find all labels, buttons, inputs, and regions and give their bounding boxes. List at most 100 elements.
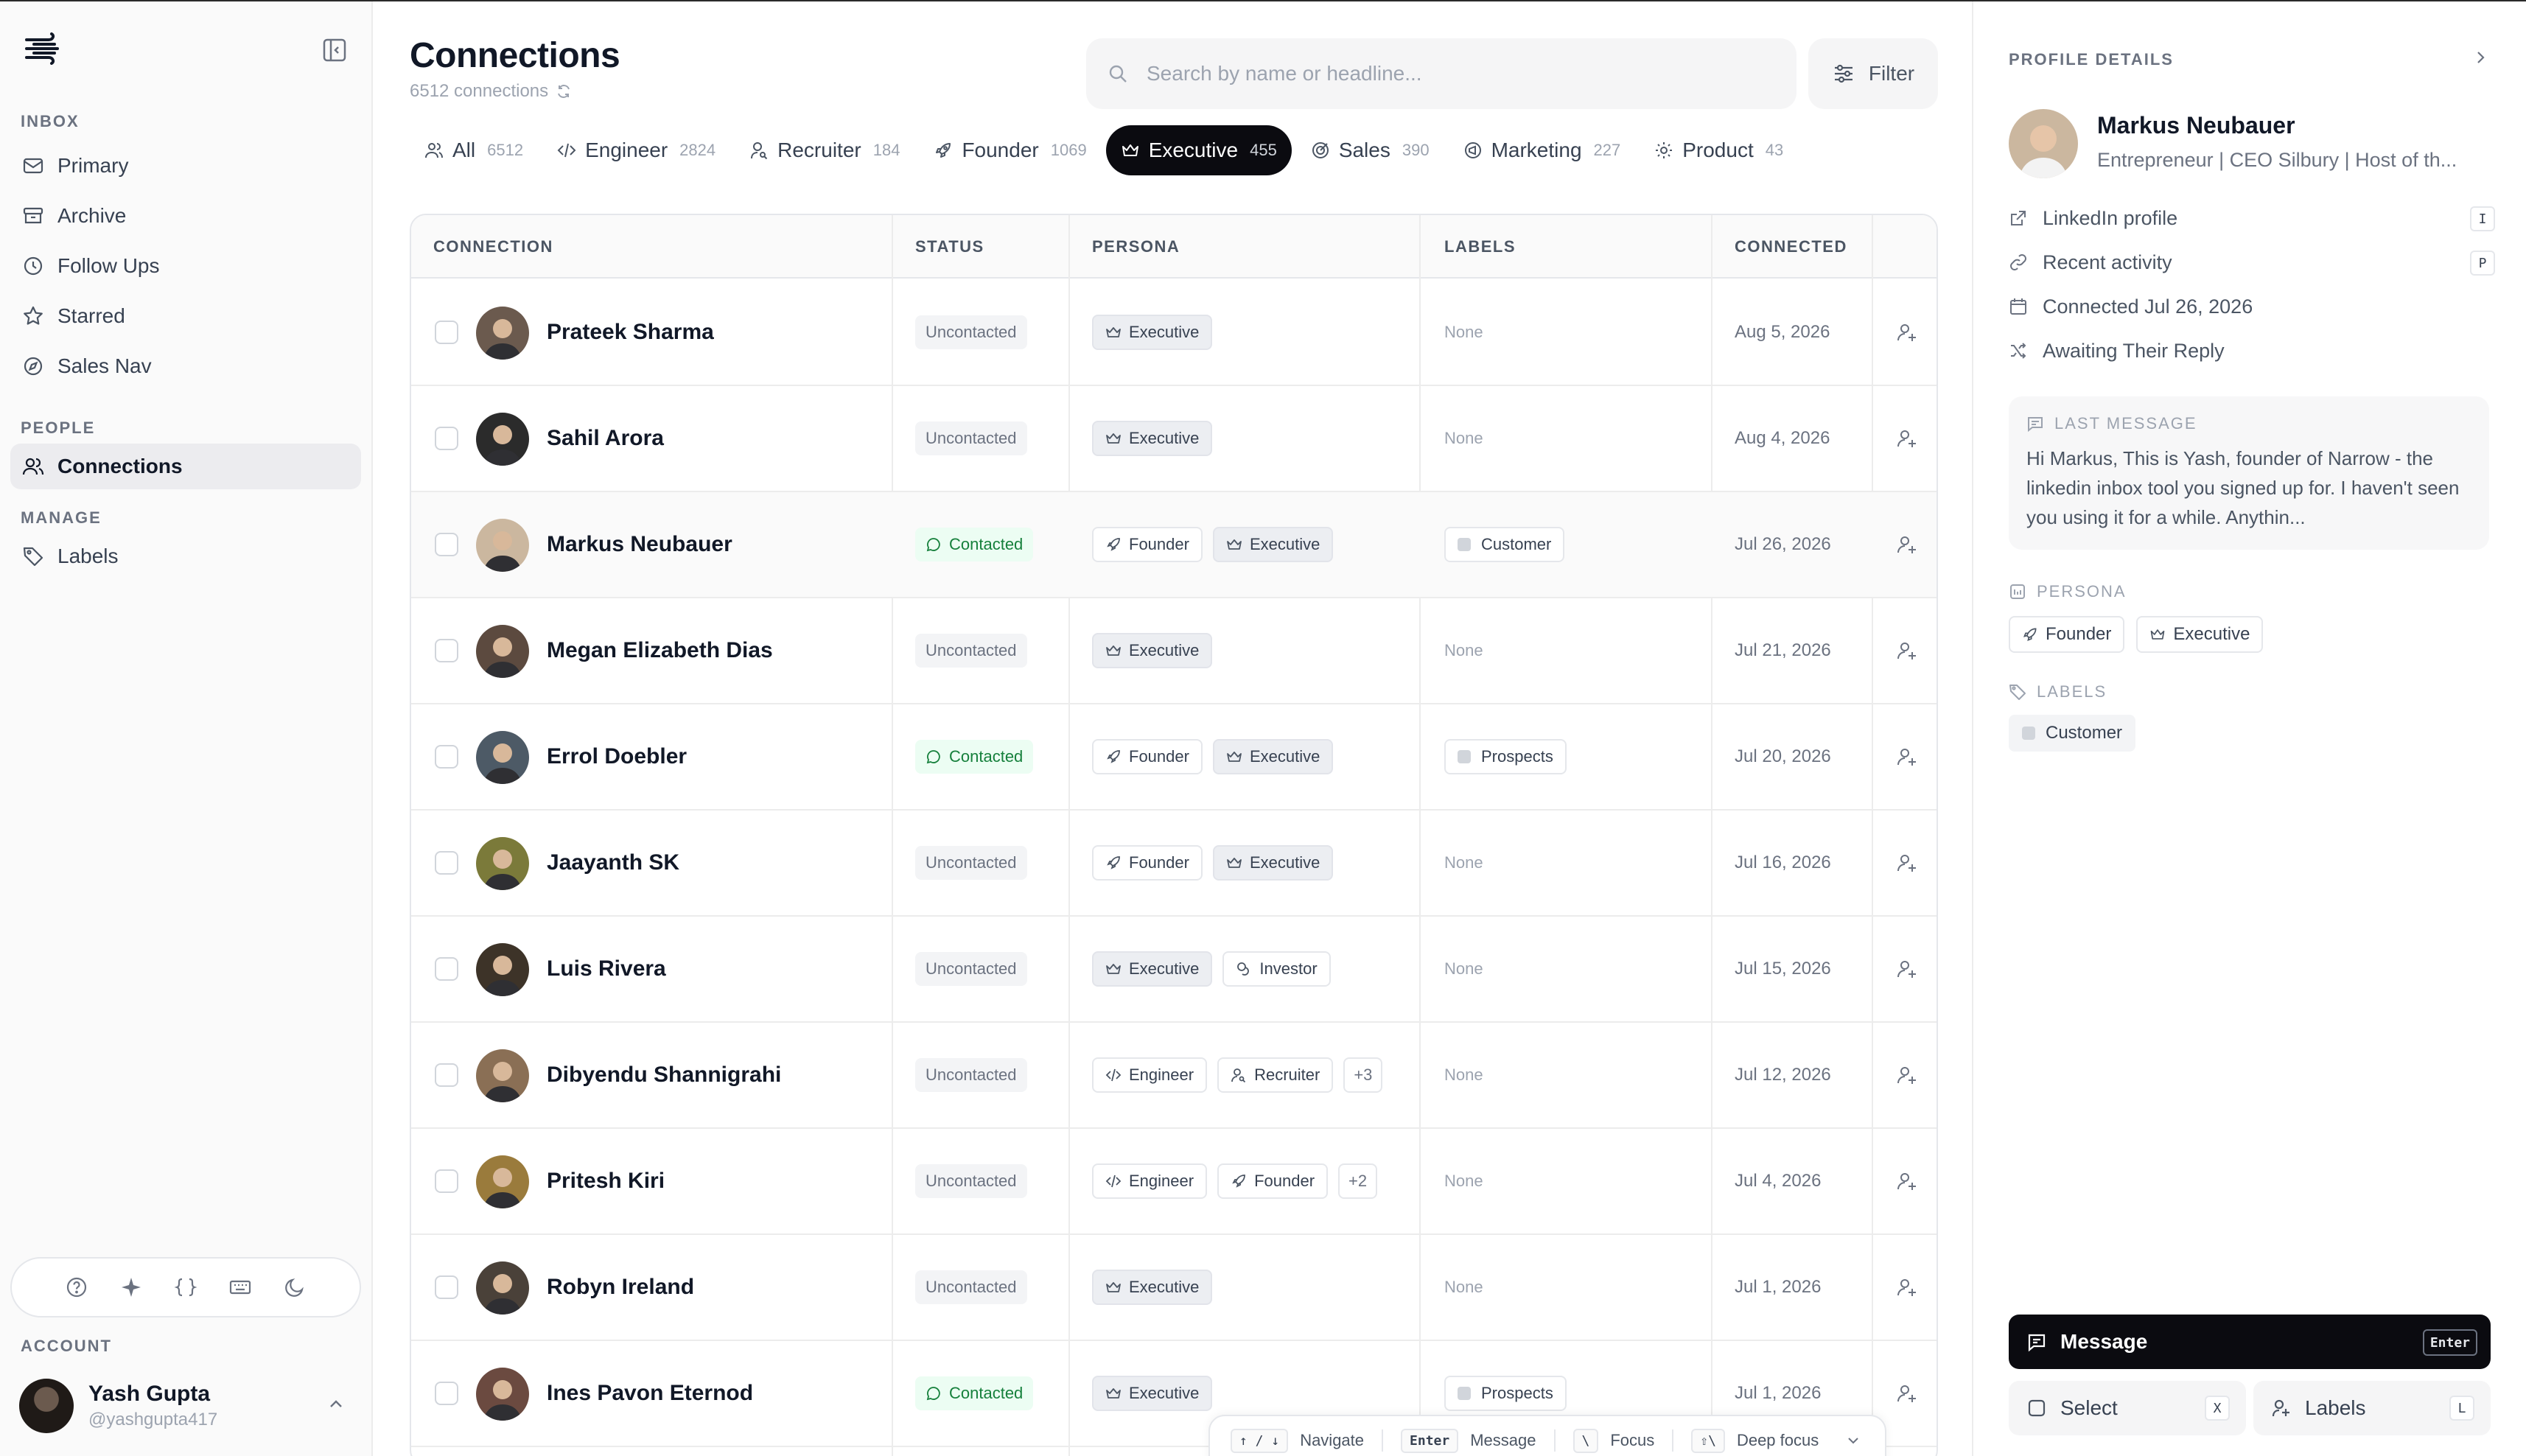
status-badge[interactable]: Contacted [915,740,1034,774]
tab-executive[interactable]: Executive 455 [1105,125,1292,175]
sidebar-item-starred[interactable]: Starred [10,293,361,339]
narrow-logo-icon[interactable] [24,32,65,65]
connection-name[interactable]: Jaayanth SK [547,811,679,915]
row-checkbox[interactable] [435,1275,458,1299]
chevron-right-icon[interactable] [2470,47,2491,68]
table-row[interactable]: Markus Neubauer Contacted Founder Executive… [411,492,1937,598]
label-chip[interactable]: Prospects [1444,1376,1567,1411]
connection-name[interactable]: Luis Rivera [547,917,666,1021]
persona-chip[interactable]: Executive [1092,1376,1213,1411]
search-input[interactable] [1147,62,1751,85]
add-user-icon[interactable] [1895,533,1919,556]
table-row[interactable]: Robyn Ireland Uncontacted Executive None Jul… [411,1235,1937,1341]
table-row[interactable]: Megan Elizabeth Dias Uncontacted Executive… [411,598,1937,704]
add-user-icon[interactable] [1895,745,1919,769]
row-checkbox[interactable] [435,1169,458,1193]
label-chip[interactable]: Customer [1444,527,1565,562]
persona-chip[interactable]: Investor [1222,951,1331,987]
sidebar-item-labels[interactable]: Labels [10,533,361,579]
table-row[interactable]: Errol Doebler Contacted Founder Executive Pr… [411,704,1937,811]
add-user-icon[interactable] [1895,1275,1919,1299]
status-badge[interactable]: Uncontacted [915,634,1027,668]
add-user-icon[interactable] [1895,957,1919,981]
status-badge[interactable]: Uncontacted [915,952,1027,986]
column-header-labels[interactable]: LABELS [1444,215,1516,279]
status-badge[interactable]: Uncontacted [915,421,1027,455]
connection-name[interactable]: Ines Pavon Eternod [547,1341,753,1446]
persona-chip[interactable]: Engineer [1092,1163,1208,1199]
row-checkbox[interactable] [435,321,458,344]
sidebar-item-connections[interactable]: Connections [10,444,361,489]
add-user-icon[interactable] [1895,639,1919,662]
row-checkbox[interactable] [435,957,458,981]
tab-product[interactable]: Product 43 [1640,125,1798,175]
account-switcher[interactable]: Yash Gupta @yashgupta417 [19,1376,358,1435]
status-badge[interactable]: Uncontacted [915,1058,1027,1092]
refresh-icon[interactable] [556,83,572,99]
status-badge[interactable]: Contacted [915,1376,1034,1410]
collapse-sidebar-icon[interactable] [321,37,348,63]
connection-name[interactable]: Sahil Arora [547,386,664,491]
filter-button[interactable]: Filter [1808,38,1938,109]
labels-button[interactable]: Labels L [2253,1381,2491,1435]
persona-chip[interactable]: Founder [1217,1163,1329,1199]
persona-chip[interactable]: Executive [1212,845,1334,881]
status-badge[interactable]: Uncontacted [915,315,1027,349]
connection-name[interactable]: Dibyendu Shannigrahi [547,1023,781,1127]
status-badge[interactable]: Uncontacted [915,1270,1027,1304]
help-icon[interactable] [65,1275,88,1299]
persona-chip[interactable]: Executive [1212,527,1334,562]
last-message-card[interactable]: LAST MESSAGE Hi Markus, This is Yash, fo… [2009,396,2489,550]
connection-name[interactable]: Robyn Ireland [547,1235,694,1340]
message-button[interactable]: Message Enter [2009,1315,2491,1369]
row-checkbox[interactable] [435,851,458,875]
row-checkbox[interactable] [435,745,458,769]
more-persona-chip[interactable]: +3 [1343,1057,1383,1093]
table-row[interactable]: Pritesh Kiri Uncontacted Engineer Founder +2… [411,1129,1937,1235]
connection-name[interactable]: Pritesh Kiri [547,1129,665,1233]
select-button[interactable]: Select X [2009,1381,2246,1435]
row-checkbox[interactable] [435,427,458,450]
row-checkbox[interactable] [435,639,458,662]
row-checkbox[interactable] [435,533,458,556]
column-header-connection[interactable]: CONNECTION [433,215,553,279]
connection-name[interactable]: Prateek Sharma [547,280,714,385]
persona-chip[interactable]: Executive [1092,421,1213,456]
sparkle-icon[interactable] [119,1275,143,1299]
add-user-icon[interactable] [1895,321,1919,344]
connection-name[interactable]: Errol Doebler [547,704,687,809]
sidebar-item-archive[interactable]: Archive [10,193,361,239]
persona-chip[interactable]: Executive [1092,315,1213,350]
persona-chip[interactable]: Engineer [1092,1057,1208,1093]
add-user-icon[interactable] [1895,851,1919,875]
add-user-icon[interactable] [1895,1063,1919,1087]
label-chip-customer[interactable]: Customer [2009,715,2136,752]
recent-activity-link[interactable]: Recent activity P [2009,248,2495,277]
search-bar[interactable] [1086,38,1796,109]
persona-chip[interactable]: Recruiter [1217,1057,1334,1093]
tab-recruiter[interactable]: Recruiter 184 [735,125,914,175]
moon-icon[interactable] [283,1275,307,1299]
connection-name[interactable]: Markus Neubauer [547,492,732,597]
add-user-icon[interactable] [1895,1169,1919,1193]
row-checkbox[interactable] [435,1063,458,1087]
add-user-icon[interactable] [1895,1382,1919,1405]
column-header-persona[interactable]: PERSONA [1092,215,1180,279]
braces-icon[interactable] [174,1275,197,1299]
linkedin-profile-link[interactable]: LinkedIn profile I [2009,203,2495,233]
connection-name[interactable]: Megan Elizabeth Dias [547,598,773,703]
tab-sales[interactable]: Sales 390 [1296,125,1444,175]
persona-chip[interactable]: Executive [1092,633,1213,668]
persona-chip[interactable]: Executive [1212,739,1334,774]
persona-chip[interactable]: Founder [1092,739,1203,774]
sidebar-item-primary[interactable]: Primary [10,143,361,189]
add-user-icon[interactable] [1895,427,1919,450]
persona-chip-executive[interactable]: Executive [2136,616,2264,653]
status-badge[interactable]: Uncontacted [915,846,1027,880]
persona-chip[interactable]: Executive [1092,951,1213,987]
keyboard-icon[interactable] [228,1275,252,1299]
tab-all[interactable]: All 6512 [410,125,538,175]
persona-chip-founder[interactable]: Founder [2009,616,2125,653]
status-badge[interactable]: Contacted [915,528,1034,561]
sidebar-item-follow-ups[interactable]: Follow Ups [10,243,361,289]
